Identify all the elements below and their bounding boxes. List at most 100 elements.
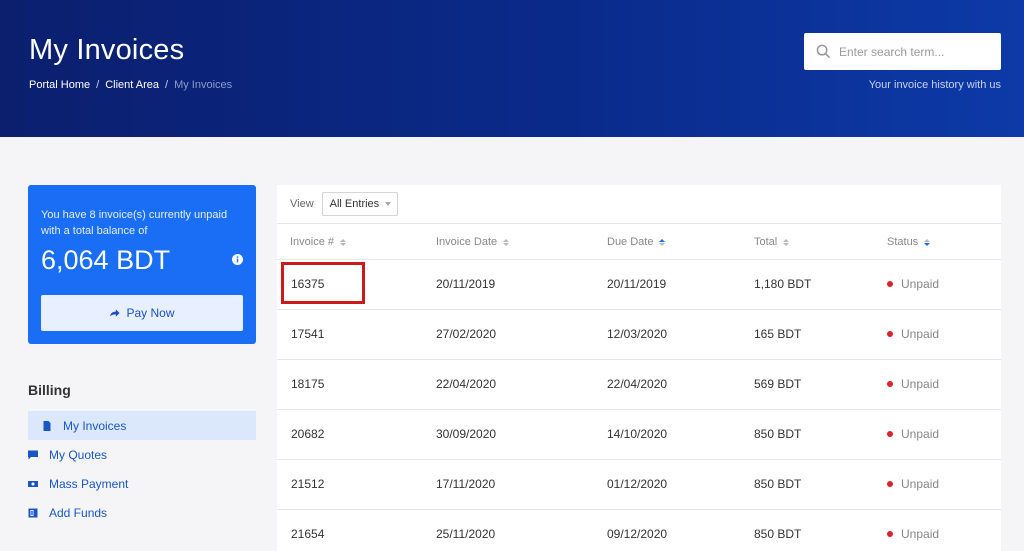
sort-desc-icon	[924, 238, 931, 246]
column-header-label: Invoice #	[290, 236, 335, 248]
status-dot-icon	[887, 431, 893, 437]
breadcrumb-portal-home[interactable]: Portal Home	[29, 79, 90, 91]
invoice-date: 25/11/2020	[436, 527, 496, 541]
view-entries-select[interactable]: All Entries	[321, 192, 399, 216]
search-box[interactable]	[804, 33, 1001, 70]
view-select-value: All Entries	[329, 198, 380, 210]
status-label: Unpaid	[901, 277, 940, 291]
caret-down-icon	[385, 202, 392, 206]
invoices-table-card: View All Entries Invoice # Invoice Date …	[277, 185, 1001, 551]
table-row[interactable]: 20682 30/09/2020 14/10/2020 850 BDT Unpa…	[277, 410, 1001, 460]
table-row[interactable]: 16375 20/11/2019 20/11/2019 1,180 BDT Un…	[277, 260, 1001, 310]
invoice-number: 16375	[291, 277, 325, 291]
breadcrumb-client-area[interactable]: Client Area	[105, 79, 159, 91]
column-header-label: Total	[754, 236, 778, 248]
table-header: Invoice # Invoice Date Due Date Total St…	[277, 224, 1001, 260]
header-tagline: Your invoice history with us	[868, 79, 1001, 91]
status-label: Unpaid	[901, 427, 940, 441]
menu-item-label: My Invoices	[63, 418, 127, 433]
page-header: My Invoices Portal Home / Client Area / …	[0, 0, 1024, 137]
due-date: 01/12/2020	[607, 477, 668, 491]
table-row[interactable]: 18175 22/04/2020 22/04/2020 569 BDT Unpa…	[277, 360, 1001, 410]
menu-item-mass-payment[interactable]: Mass Payment	[28, 469, 256, 498]
column-header-due-date[interactable]: Due Date	[607, 236, 666, 248]
sort-asc-icon	[659, 238, 666, 246]
invoice-total: 850 BDT	[754, 427, 802, 441]
balance-description: You have 8 invoice(s) currently unpaid w…	[41, 209, 228, 237]
column-header-label: Invoice Date	[436, 236, 498, 248]
breadcrumb-separator: /	[96, 79, 100, 91]
invoice-number: 18175	[291, 377, 325, 391]
menu-item-label: Add Funds	[49, 505, 108, 520]
menu-item-label: Mass Payment	[49, 476, 129, 491]
view-filter-row: View All Entries	[277, 185, 1001, 224]
chat-icon	[28, 450, 38, 459]
status-dot-icon	[887, 281, 893, 287]
status-dot-icon	[887, 381, 893, 387]
info-icon[interactable]	[232, 254, 243, 265]
document-icon	[43, 420, 51, 431]
invoice-total: 1,180 BDT	[754, 277, 812, 291]
invoice-date: 17/11/2020	[436, 477, 496, 491]
pay-now-button[interactable]: Pay Now	[41, 295, 243, 331]
column-header-label: Status	[887, 236, 919, 248]
billing-heading: Billing	[28, 382, 71, 398]
column-header-status[interactable]: Status	[887, 236, 931, 248]
table-row[interactable]: 21512 17/11/2020 01/12/2020 850 BDT Unpa…	[277, 460, 1001, 510]
invoice-number: 21654	[291, 527, 325, 541]
balance-card: You have 8 invoice(s) currently unpaid w…	[28, 185, 256, 344]
column-header-invoice-date[interactable]: Invoice Date	[436, 236, 510, 248]
invoice-number: 20682	[291, 427, 325, 441]
invoice-date: 20/11/2019	[436, 277, 496, 291]
due-date: 22/04/2020	[607, 377, 668, 391]
breadcrumb-current: My Invoices	[174, 79, 233, 91]
view-label: View	[290, 198, 314, 210]
billing-menu: My Invoices My Quotes Mass Payment Add F…	[28, 411, 256, 527]
invoice-number: 17541	[291, 327, 325, 341]
status-badge: Unpaid	[887, 277, 939, 291]
status-label: Unpaid	[901, 377, 940, 391]
invoice-date: 22/04/2020	[436, 377, 497, 391]
due-date: 09/12/2020	[607, 527, 668, 541]
table-row[interactable]: 21654 25/11/2020 09/12/2020 850 BDT Unpa…	[277, 510, 1001, 551]
money-icon	[28, 480, 38, 487]
status-label: Unpaid	[901, 527, 940, 541]
column-header-invoice-number[interactable]: Invoice #	[290, 236, 347, 248]
menu-item-my-invoices[interactable]: My Invoices	[28, 411, 256, 440]
menu-item-label: My Quotes	[49, 447, 108, 462]
sort-icon	[783, 238, 790, 246]
sort-icon	[340, 238, 347, 246]
sort-icon	[503, 238, 510, 246]
status-badge: Unpaid	[887, 427, 939, 441]
menu-item-my-quotes[interactable]: My Quotes	[28, 440, 256, 469]
status-dot-icon	[887, 481, 893, 487]
add-funds-icon	[28, 508, 38, 517]
status-dot-icon	[887, 331, 893, 337]
balance-amount: 6,064 BDT	[41, 245, 171, 275]
menu-item-add-funds[interactable]: Add Funds	[28, 498, 256, 527]
breadcrumb: Portal Home / Client Area / My Invoices	[29, 79, 232, 91]
due-date: 12/03/2020	[607, 327, 668, 341]
search-icon	[816, 44, 831, 59]
invoice-total: 850 BDT	[754, 527, 802, 541]
due-date: 14/10/2020	[607, 427, 668, 441]
invoice-date: 27/02/2020	[436, 327, 497, 341]
status-label: Unpaid	[901, 327, 940, 341]
status-label: Unpaid	[901, 477, 940, 491]
status-badge: Unpaid	[887, 527, 939, 541]
pay-now-label: Pay Now	[126, 306, 175, 320]
column-header-total[interactable]: Total	[754, 236, 790, 248]
invoice-date: 30/09/2020	[436, 427, 497, 441]
breadcrumb-separator: /	[165, 79, 169, 91]
due-date: 20/11/2019	[607, 277, 667, 291]
invoice-number: 21512	[291, 477, 325, 491]
column-header-label: Due Date	[607, 236, 654, 248]
invoice-total: 165 BDT	[754, 327, 802, 341]
status-badge: Unpaid	[887, 377, 939, 391]
invoice-total: 850 BDT	[754, 477, 802, 491]
table-row[interactable]: 17541 27/02/2020 12/03/2020 165 BDT Unpa…	[277, 310, 1001, 360]
status-badge: Unpaid	[887, 327, 939, 341]
page-title: My Invoices	[29, 34, 185, 66]
arrow-right-icon	[110, 308, 121, 317]
search-input[interactable]	[839, 44, 989, 59]
